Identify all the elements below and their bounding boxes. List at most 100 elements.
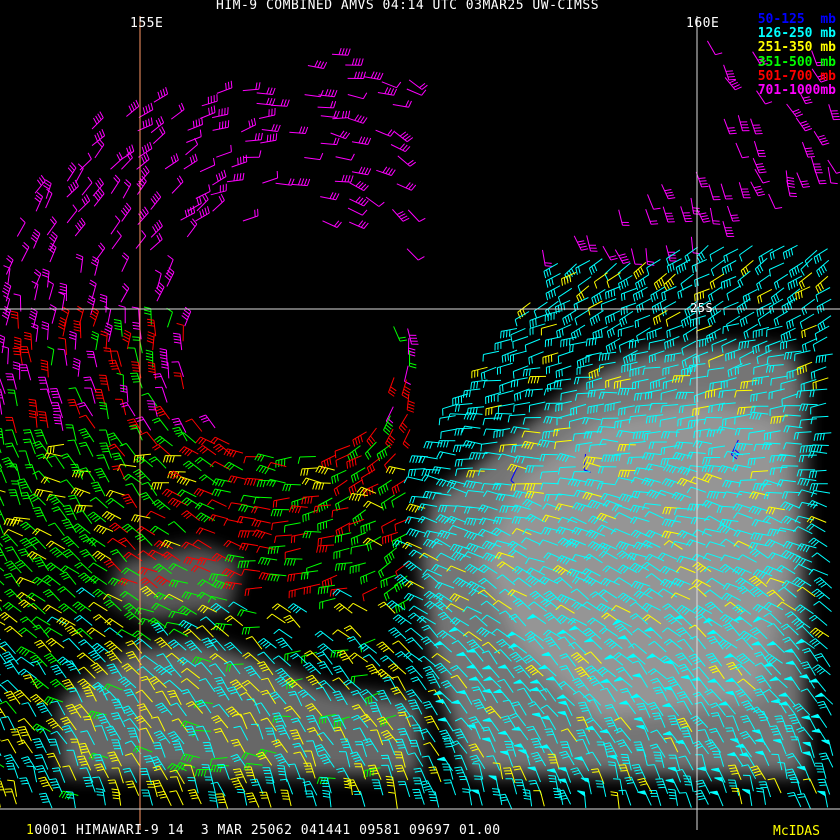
legend-item-501-700: 501-700 mb	[757, 68, 836, 84]
wind-barb	[312, 482, 331, 490]
wind-barb	[155, 386, 168, 403]
wind-barb	[121, 151, 133, 170]
wind-barb	[289, 126, 309, 134]
wind-barb	[709, 246, 725, 262]
wind-barb	[548, 775, 559, 792]
wind-barb	[682, 775, 694, 792]
wind-barb	[540, 323, 557, 336]
wind-barb	[301, 495, 320, 505]
wind-barb	[721, 260, 737, 276]
wind-barb	[364, 441, 377, 460]
wind-barb	[266, 478, 286, 488]
wind-barb	[331, 469, 347, 484]
wind-barb	[223, 519, 243, 526]
wind-barb	[377, 87, 398, 96]
wind-barb	[245, 132, 263, 142]
wind-barb	[424, 715, 440, 731]
wind-barb	[88, 650, 106, 663]
wind-barb	[34, 174, 46, 194]
wind-barb	[332, 588, 352, 598]
wind-barb	[605, 286, 621, 300]
wind-barb	[757, 288, 773, 304]
wind-barb	[482, 379, 502, 388]
wind-barb	[59, 571, 77, 585]
wind-barb	[618, 209, 630, 226]
wind-barb	[377, 479, 392, 496]
wind-barb	[320, 110, 340, 118]
wind-barb	[301, 651, 318, 664]
wind-barb	[664, 336, 680, 350]
wind-barb	[406, 88, 427, 96]
wind-barb	[810, 157, 823, 174]
wind-barb	[0, 428, 5, 445]
wind-barb	[577, 276, 592, 293]
wind-barb	[349, 562, 366, 574]
wind-barb	[283, 522, 301, 533]
wind-barb	[149, 525, 170, 535]
wind-barb	[164, 153, 179, 170]
wind-barb	[254, 453, 274, 462]
wind-barb	[113, 319, 123, 337]
wind-barb	[378, 561, 392, 579]
wind-barb	[62, 504, 77, 521]
wind-barb	[194, 502, 215, 510]
wind-barb	[735, 142, 750, 159]
wind-barb	[42, 589, 61, 602]
wind-barb	[333, 603, 353, 614]
wind-barb	[349, 196, 369, 207]
wind-barb	[398, 413, 408, 434]
wind-barb	[93, 187, 105, 207]
wind-barb	[100, 330, 108, 350]
wind-barb	[544, 336, 562, 348]
wind-barb	[86, 350, 98, 368]
wind-barb	[131, 306, 141, 325]
wind-barb	[437, 440, 456, 448]
wind-barb	[166, 254, 174, 275]
wind-barb	[300, 570, 319, 580]
wind-barb	[332, 665, 350, 680]
wind-barb	[408, 605, 428, 615]
wind-barb	[480, 366, 497, 381]
wind-barb	[694, 789, 709, 805]
wind-barb	[290, 532, 308, 544]
wind-barb	[86, 627, 106, 638]
wind-barb	[280, 789, 292, 807]
wind-barb	[679, 792, 692, 808]
wind-barb	[140, 431, 158, 445]
wind-barb	[0, 546, 8, 562]
wind-barb	[32, 528, 52, 537]
wind-barb	[283, 614, 301, 628]
wind-barb	[737, 270, 751, 288]
wind-barb	[0, 764, 5, 768]
wind-barb	[193, 488, 214, 497]
wind-barb	[47, 346, 55, 366]
wind-barb	[252, 529, 272, 539]
wind-barb	[67, 399, 81, 415]
wind-barb	[545, 285, 561, 301]
wind-barb	[34, 191, 44, 212]
wind-barb	[304, 152, 324, 161]
wind-barb	[52, 414, 64, 431]
wind-barb	[315, 465, 335, 475]
wind-barb	[119, 402, 136, 417]
wind-barb	[332, 677, 350, 690]
wind-barb	[418, 455, 438, 464]
wind-barb	[126, 99, 140, 117]
wind-barb	[727, 205, 740, 222]
wind-barb	[207, 499, 227, 507]
wind-barb	[262, 170, 279, 184]
wind-barb	[739, 245, 753, 262]
wind-barb	[392, 208, 410, 222]
wind-barb	[438, 415, 456, 426]
wind-barb	[104, 640, 123, 652]
wind-barb	[320, 137, 340, 146]
wind-barb	[816, 700, 832, 716]
wind-barb	[404, 580, 425, 589]
wind-barb	[376, 641, 395, 654]
wind-barb	[436, 451, 456, 459]
wind-barb	[525, 388, 543, 398]
wind-barb	[0, 580, 5, 586]
wind-barb	[403, 560, 422, 571]
wind-barb	[49, 778, 63, 794]
wind-barb	[391, 479, 407, 495]
